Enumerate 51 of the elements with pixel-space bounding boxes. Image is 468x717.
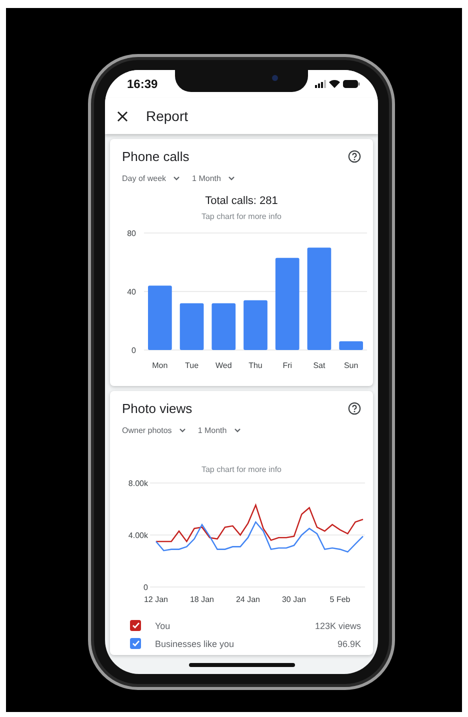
- axis-tick-label: 0: [132, 346, 136, 355]
- hint-text: Tap chart for more info: [200, 212, 283, 221]
- chevron-down-icon: [228, 176, 235, 181]
- wifi-icon: [329, 80, 340, 88]
- help-icon[interactable]: [348, 150, 361, 163]
- card-title: Photo views: [122, 401, 192, 416]
- axis-tick-label: 0: [144, 583, 148, 592]
- hint-text: Tap chart for more info: [200, 465, 283, 474]
- axis-category-label: Mon: [152, 361, 168, 370]
- chart-bar[interactable]: [212, 303, 236, 350]
- legend-label: You: [155, 620, 172, 630]
- axis-tick-label: 4.00k: [128, 531, 148, 540]
- axis-tick-label: 30 Jan: [282, 595, 306, 604]
- card-title: Phone calls: [122, 149, 190, 164]
- axis-tick-label: 12 Jan: [144, 595, 168, 604]
- help-icon[interactable]: [348, 402, 361, 415]
- filter-dropdown[interactable]: 1 Month: [192, 174, 235, 183]
- axis-tick-label: 24 Jan: [236, 595, 260, 604]
- filter-dropdown[interactable]: Day of week: [122, 174, 180, 183]
- chart-bar[interactable]: [307, 248, 332, 350]
- chart-bar[interactable]: [180, 303, 204, 350]
- axis-category-label: Sat: [313, 361, 326, 370]
- legend-value: 96.9K: [337, 638, 361, 648]
- chart-bar[interactable]: [275, 258, 300, 350]
- axis-tick-label: 80: [127, 229, 136, 238]
- page-title: Report: [146, 108, 188, 124]
- battery-icon: [343, 80, 360, 88]
- axis-tick-label: 8.00k: [128, 479, 148, 488]
- total-label: Total calls: 281: [204, 195, 279, 207]
- chevron-down-icon: [173, 176, 180, 181]
- chevron-down-icon: [234, 428, 241, 433]
- chevron-down-icon: [178, 428, 186, 433]
- axis-category-label: Thu: [248, 361, 262, 370]
- axis-category-label: Wed: [215, 361, 232, 370]
- axis-tick-label: 5 Feb: [330, 595, 350, 604]
- chart-line[interactable]: [156, 503, 364, 543]
- axis-category-label: Sun: [344, 361, 358, 370]
- chart-line[interactable]: [156, 520, 364, 553]
- axis-category-label: Tue: [185, 361, 199, 370]
- legend-label: Businesses like you: [155, 638, 236, 648]
- status-time: 16:39: [127, 77, 158, 91]
- chart-bar[interactable]: [339, 341, 363, 350]
- axis-tick-label: 18 Jan: [190, 595, 214, 604]
- filter-dropdown[interactable]: Owner photos: [122, 426, 186, 435]
- axis-tick-label: 40: [127, 288, 136, 296]
- signal-icon: [315, 80, 326, 88]
- legend-checkbox[interactable]: [130, 638, 141, 649]
- legend-value: 123K views: [314, 620, 361, 630]
- filter-dropdown[interactable]: 1 Month: [198, 426, 241, 435]
- legend-checkbox[interactable]: [130, 620, 141, 631]
- axis-category-label: Fri: [282, 361, 292, 370]
